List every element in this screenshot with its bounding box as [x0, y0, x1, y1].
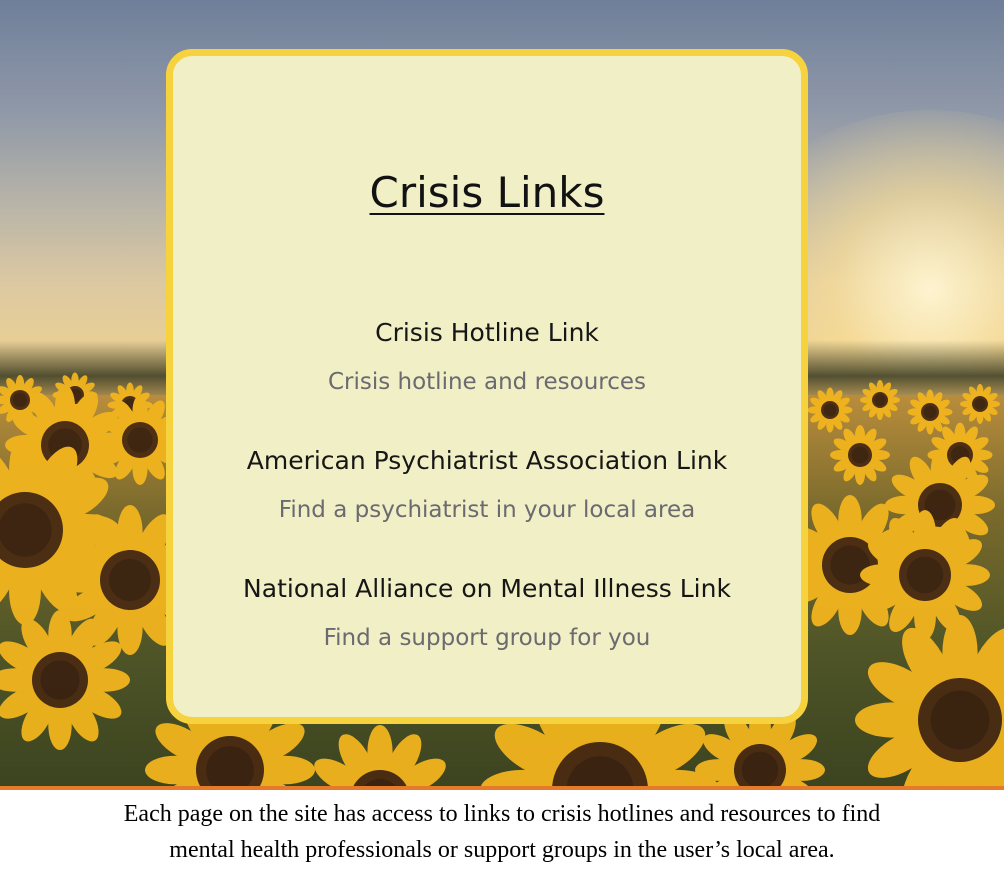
caption-line-2: mental health professionals or support g… [169, 837, 835, 863]
national-alliance-mental-illness-link[interactable]: National Alliance on Mental Illness Link [173, 574, 801, 603]
crisis-links-title: Crisis Links [369, 168, 605, 217]
figure-caption: Each page on the site has access to link… [0, 796, 1004, 868]
crisis-hotline-link[interactable]: Crisis Hotline Link [173, 318, 801, 347]
american-psychiatrist-association-link[interactable]: American Psychiatrist Association Link [173, 446, 801, 475]
support-group-description: Find a support group for you [323, 625, 651, 651]
crisis-links-card: Crisis Links Crisis Hotline Link Crisis … [166, 49, 808, 724]
caption-line-1: Each page on the site has access to link… [123, 801, 881, 827]
crisis-hotline-description: Crisis hotline and resources [327, 369, 647, 395]
orange-divider [0, 786, 1004, 790]
psychiatrist-search-description: Find a psychiatrist in your local area [278, 497, 696, 523]
